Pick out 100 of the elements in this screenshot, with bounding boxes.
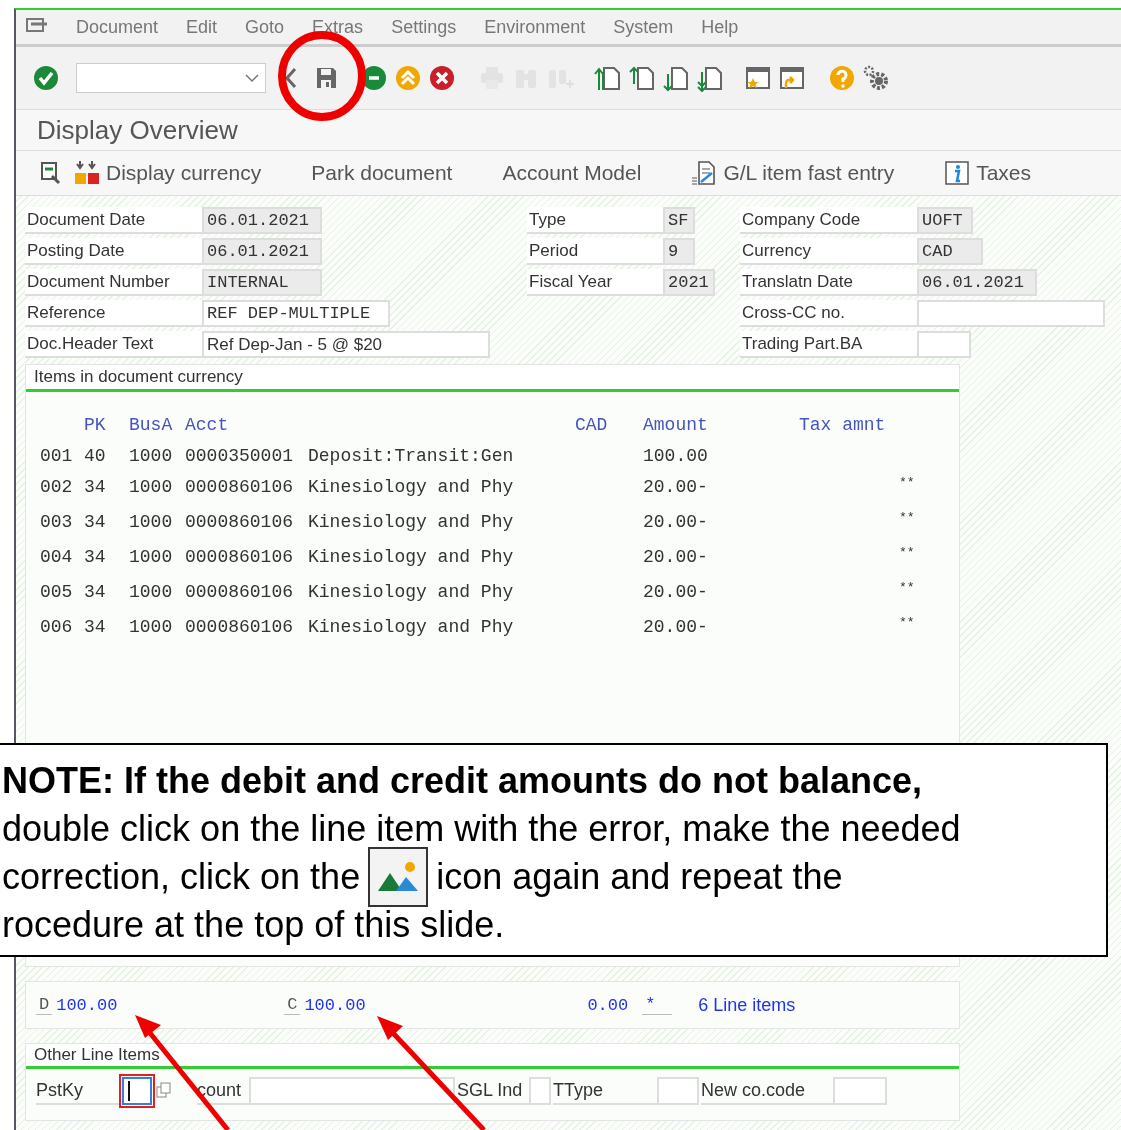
check-icon[interactable] — [32, 64, 60, 92]
readonly-field[interactable]: 06.01.2021 — [202, 207, 322, 234]
settings-icon[interactable] — [862, 64, 890, 92]
document-pen-icon — [691, 160, 718, 186]
currency-icon — [74, 160, 100, 186]
table-cell-text: Kinesiology and Phy — [308, 615, 515, 639]
table-cell-text: 34 — [84, 510, 107, 534]
column-header: Acct — [185, 413, 230, 437]
table-cell-text: 40 — [84, 444, 107, 468]
readonly-field[interactable]: SF — [663, 207, 695, 234]
credit-label: C — [284, 995, 301, 1015]
table-cell-text: ** — [899, 579, 916, 597]
table-cell-text: 0000860106 — [185, 580, 295, 604]
note-text: icon again and repeat the — [436, 855, 843, 899]
field-label: Document Date — [25, 207, 202, 234]
menu-item[interactable]: Settings — [391, 16, 457, 38]
star-window-icon[interactable] — [744, 64, 772, 92]
readonly-field[interactable]: INTERNAL — [202, 269, 322, 296]
table-cell-text: 20.00- — [643, 545, 709, 569]
cancel-icon[interactable] — [428, 64, 456, 92]
table-cell-text: 1000 — [129, 475, 174, 499]
table-cell-text: 003 — [40, 510, 74, 534]
first-page-icon[interactable] — [594, 64, 622, 92]
input-field[interactable] — [122, 1077, 152, 1105]
table-cell-text: 20.00- — [643, 475, 709, 499]
note-text: rocedure at the top of this slide. — [2, 903, 506, 947]
table-cell-text: 005 — [40, 580, 74, 604]
table-cell-text: 1000 — [129, 444, 174, 468]
table-cell-text: 1000 — [129, 545, 174, 569]
table-cell-text: 20.00- — [643, 615, 709, 639]
note-text: double click on the line item with the error, make the needed — [2, 807, 962, 851]
command-field[interactable] — [76, 63, 266, 93]
table-cell-text: 1000 — [129, 615, 174, 639]
input-field[interactable]: REF DEP-MULTIPLE — [202, 300, 390, 327]
table-cell-text: 001 — [40, 444, 74, 468]
input-field[interactable]: Ref Dep-Jan - 5 @ $20 — [202, 331, 490, 358]
balance-flag: * — [642, 995, 673, 1015]
table-cell-text: ** — [899, 474, 916, 492]
table-cell-text: 1000 — [129, 580, 174, 604]
last-page-icon[interactable] — [696, 64, 724, 92]
copy-icon[interactable] — [156, 1082, 172, 1100]
previous-page-icon[interactable] — [628, 64, 656, 92]
table-cell-text: 34 — [84, 580, 107, 604]
column-header: Tax amnt — [799, 413, 887, 437]
toolbar-button[interactable]: Park document — [311, 161, 453, 185]
toolbar-button[interactable]: Taxes — [944, 160, 1032, 186]
menu-item[interactable]: Help — [701, 16, 739, 38]
readonly-field[interactable]: 06.01.2021 — [202, 238, 322, 265]
debit-total: 100.00 — [56, 995, 119, 1015]
table-cell-text: 34 — [84, 475, 107, 499]
table-cell-text: 0000860106 — [185, 545, 295, 569]
readonly-field[interactable]: 9 — [663, 238, 695, 265]
field-label: Currency — [740, 238, 917, 265]
table-cell-text: 34 — [84, 615, 107, 639]
field-label: Document Number — [25, 269, 202, 296]
menu-item[interactable]: System — [613, 16, 674, 38]
menu-item[interactable]: Goto — [245, 16, 285, 38]
section-title: Items in document currency — [34, 367, 243, 387]
toolbar-button[interactable]: Display currency — [74, 160, 262, 186]
field-label: Fiscal Year — [527, 269, 663, 296]
column-header: CAD — [575, 413, 609, 437]
table-cell-text: 006 — [40, 615, 74, 639]
table-cell-text: ** — [899, 509, 916, 527]
table-cell-text: Kinesiology and Phy — [308, 545, 515, 569]
table-cell-text: Deposit:Transit:Gen — [308, 444, 515, 468]
balance-value: 0.00 — [587, 995, 629, 1015]
table-cell-text: 34 — [84, 545, 107, 569]
field-label: Reference — [25, 300, 202, 327]
menu-item[interactable]: Edit — [186, 16, 218, 38]
table-cell-text: Kinesiology and Phy — [308, 580, 515, 604]
field-label: Doc.Header Text — [25, 331, 202, 358]
readonly-field[interactable]: 2021 — [663, 269, 715, 296]
dropdown-icon[interactable] — [245, 73, 259, 83]
note-text: correction, click on the — [2, 855, 361, 899]
mountain-icon — [368, 847, 429, 907]
table-cell-text: 0000860106 — [185, 510, 295, 534]
toolbar-button[interactable]: Account Model — [502, 161, 642, 185]
table-cell-text: 0000860106 — [185, 615, 295, 639]
table-cell-text: 20.00- — [643, 510, 709, 534]
readonly-field[interactable]: UOFT — [917, 207, 973, 234]
readonly-field[interactable]: 06.01.2021 — [917, 269, 1037, 296]
readonly-field[interactable]: CAD — [917, 238, 983, 265]
toolbar-button[interactable]: G/L item fast entry — [691, 160, 895, 186]
menu-item[interactable]: Document — [76, 16, 159, 38]
note-heading: NOTE: If the debit and credit amounts do not balance, — [2, 759, 924, 803]
table-cell-text: 100.00 — [643, 444, 709, 468]
field-label: Translatn Date — [740, 269, 917, 296]
shortcut-window-icon[interactable] — [778, 64, 806, 92]
table-cell-text: 002 — [40, 475, 74, 499]
menu-item[interactable]: Environment — [484, 16, 586, 38]
field-label: Period — [527, 238, 663, 265]
table-cell-text: 1000 — [129, 510, 174, 534]
next-page-icon[interactable] — [662, 64, 690, 92]
field-label: Type — [527, 207, 663, 234]
table-cell-text: ** — [899, 544, 916, 562]
debit-label: D — [36, 995, 53, 1015]
table-cell-text: 0000860106 — [185, 475, 295, 499]
field-label: Company Code — [740, 207, 917, 234]
table-cell-text: Kinesiology and Phy — [308, 510, 515, 534]
field-label: Trading Part.BA — [740, 331, 917, 358]
